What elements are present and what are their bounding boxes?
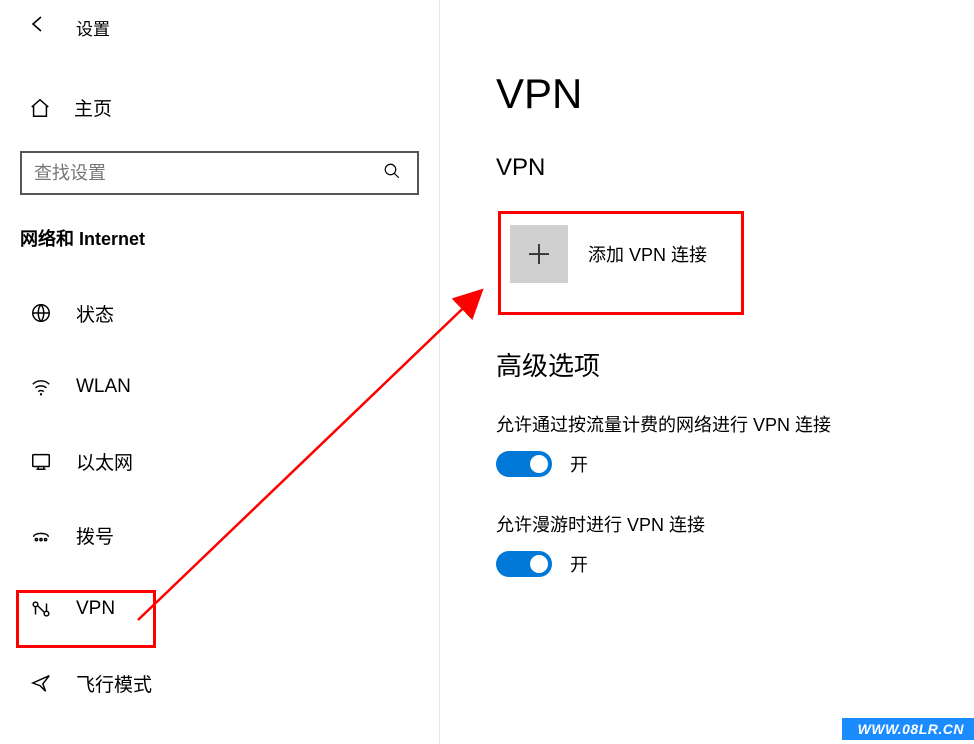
vpn-icon [28,598,54,620]
nav-label: WLAN [76,376,131,398]
section-heading: 网络和 Internet [0,225,439,251]
home-nav[interactable]: 主页 [0,84,439,131]
header: 设置 [0,0,439,58]
nav-item-wlan[interactable]: WLAN [0,359,439,415]
nav-item-vpn[interactable]: VPN [0,581,439,637]
page-title: VPN [496,70,974,118]
plus-icon [510,225,568,283]
option-metered-label: 允许通过按流量计费的网络进行 VPN 连接 [496,411,974,437]
airplane-icon [28,672,54,694]
home-label: 主页 [74,94,112,121]
option-roaming-state: 开 [570,551,588,577]
dialup-icon [28,524,54,546]
search-icon[interactable] [377,162,407,185]
nav-item-ethernet[interactable]: 以太网 [0,433,439,489]
search-box[interactable] [20,151,419,195]
add-vpn-button[interactable]: 添加 VPN 连接 [496,204,732,304]
nav-item-status[interactable]: 状态 [0,285,439,341]
advanced-heading: 高级选项 [496,346,974,383]
globe-icon [28,302,54,324]
nav-label: 状态 [76,300,114,327]
option-roaming-toggle[interactable] [496,551,552,577]
nav-label: 飞行模式 [76,670,152,697]
nav-label: 以太网 [76,448,133,475]
option-metered-state: 开 [570,451,588,477]
option-metered-toggle[interactable] [496,451,552,477]
nav-list: 状态 WLAN 以太网 拨号 [0,285,439,711]
wifi-icon [28,376,54,398]
nav-item-airplane[interactable]: 飞行模式 [0,655,439,711]
home-icon [28,97,52,119]
nav-item-dialup[interactable]: 拨号 [0,507,439,563]
ethernet-icon [28,450,54,472]
add-vpn-label: 添加 VPN 连接 [588,241,707,267]
vpn-subheading: VPN [496,154,974,182]
nav-label: VPN [76,598,115,620]
search-input[interactable] [34,163,377,184]
option-roaming-label: 允许漫游时进行 VPN 连接 [496,511,974,537]
back-button[interactable] [28,14,48,40]
window-title: 设置 [76,15,110,40]
content-pane: VPN VPN 添加 VPN 连接 高级选项 允许通过按流量计费的网络进行 VP… [440,0,974,744]
nav-label: 拨号 [76,522,114,549]
watermark: WWW.08LR.CN [842,718,974,740]
sidebar: 设置 主页 网络和 Internet 状态 [0,0,440,744]
